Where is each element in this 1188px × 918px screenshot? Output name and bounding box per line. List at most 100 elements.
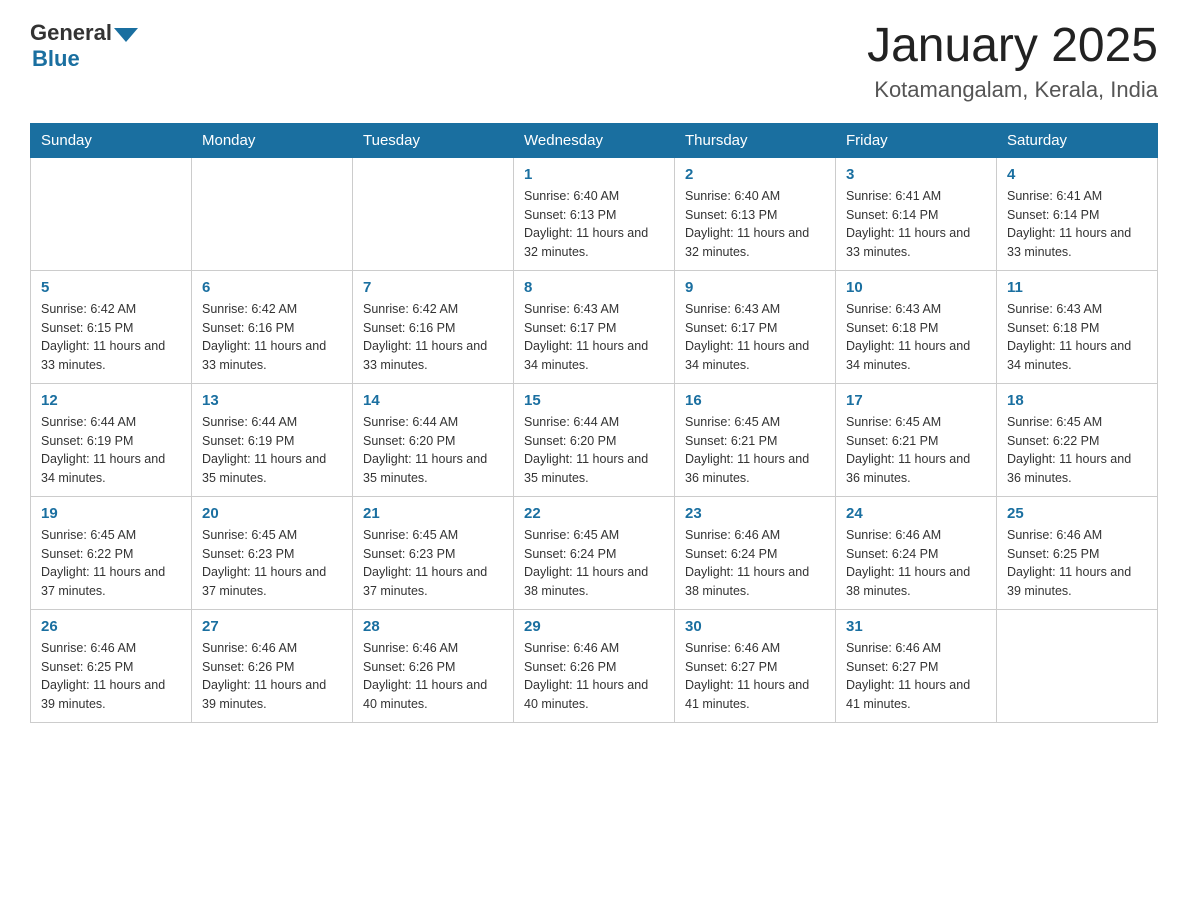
calendar-cell: 21 Sunrise: 6:45 AM Sunset: 6:23 PM Dayli… (353, 496, 514, 609)
day-number: 14 (363, 392, 503, 409)
calendar-cell: 29Sunrise: 6:46 AM Sunset: 6:26 PM Dayli… (514, 609, 675, 722)
calendar-cell: 13 Sunrise: 6:44 AM Sunset: 6:19 PM Dayli… (192, 383, 353, 496)
calendar-cell: 17Sunrise: 6:45 AM Sunset: 6:21 PM Dayli… (836, 383, 997, 496)
calendar-week-row: 1 Sunrise: 6:40 AM Sunset: 6:13 PM Daylig… (31, 157, 1158, 270)
calendar-cell: 27 Sunrise: 6:46 AM Sunset: 6:26 PM Dayli… (192, 609, 353, 722)
day-number: 24 (846, 505, 986, 522)
day-number: 4 (1007, 166, 1147, 183)
calendar-cell: 4 Sunrise: 6:41 AM Sunset: 6:14 PM Daylig… (997, 157, 1158, 270)
day-info: Sunrise: 6:45 AM Sunset: 6:22 PM Dayligh… (41, 526, 181, 601)
day-info: Sunrise: 6:44 AM Sunset: 6:20 PM Dayligh… (524, 413, 664, 488)
calendar-cell: 5 Sunrise: 6:42 AM Sunset: 6:15 PM Daylig… (31, 270, 192, 383)
day-number: 15 (524, 392, 664, 409)
calendar-cell: 1 Sunrise: 6:40 AM Sunset: 6:13 PM Daylig… (514, 157, 675, 270)
calendar-cell: 2Sunrise: 6:40 AM Sunset: 6:13 PM Daylig… (675, 157, 836, 270)
calendar-cell: 20Sunrise: 6:45 AM Sunset: 6:23 PM Dayli… (192, 496, 353, 609)
day-info: Sunrise: 6:41 AM Sunset: 6:14 PM Dayligh… (846, 187, 986, 262)
day-number: 9 (685, 279, 825, 296)
day-info: Sunrise: 6:45 AM Sunset: 6:24 PM Dayligh… (524, 526, 664, 601)
day-info: Sunrise: 6:46 AM Sunset: 6:26 PM Dayligh… (202, 639, 342, 714)
calendar-cell: 30 Sunrise: 6:46 AM Sunset: 6:27 PM Dayli… (675, 609, 836, 722)
calendar-cell (997, 609, 1158, 722)
day-info: Sunrise: 6:45 AM Sunset: 6:23 PM Dayligh… (363, 526, 503, 601)
day-info: Sunrise: 6:42 AM Sunset: 6:15 PM Dayligh… (41, 300, 181, 375)
calendar-cell: 28 Sunrise: 6:46 AM Sunset: 6:26 PM Dayli… (353, 609, 514, 722)
logo-blue-text: Blue (32, 46, 80, 72)
day-info: Sunrise: 6:46 AM Sunset: 6:25 PM Dayligh… (1007, 526, 1147, 601)
day-info: Sunrise: 6:45 AM Sunset: 6:22 PM Dayligh… (1007, 413, 1147, 488)
calendar-cell: 18 Sunrise: 6:45 AM Sunset: 6:22 PM Dayli… (997, 383, 1158, 496)
calendar-cell (192, 157, 353, 270)
day-of-week-header: Friday (836, 123, 997, 157)
calendar-cell (353, 157, 514, 270)
day-number: 16 (685, 392, 825, 409)
day-info: Sunrise: 6:43 AM Sunset: 6:18 PM Dayligh… (846, 300, 986, 375)
calendar-cell: 24 Sunrise: 6:46 AM Sunset: 6:24 PM Dayli… (836, 496, 997, 609)
calendar-cell: 7 Sunrise: 6:42 AM Sunset: 6:16 PM Daylig… (353, 270, 514, 383)
day-of-week-header: Sunday (31, 123, 192, 157)
day-number: 12 (41, 392, 181, 409)
day-number: 7 (363, 279, 503, 296)
day-number: 25 (1007, 505, 1147, 522)
calendar-cell: 9 Sunrise: 6:43 AM Sunset: 6:17 PM Daylig… (675, 270, 836, 383)
calendar-week-row: 19Sunrise: 6:45 AM Sunset: 6:22 PM Dayli… (31, 496, 1158, 609)
day-number: 5 (41, 279, 181, 296)
day-of-week-header: Saturday (997, 123, 1158, 157)
calendar-cell: 8Sunrise: 6:43 AM Sunset: 6:17 PM Daylig… (514, 270, 675, 383)
day-number: 31 (846, 618, 986, 635)
day-info: Sunrise: 6:45 AM Sunset: 6:21 PM Dayligh… (846, 413, 986, 488)
day-info: Sunrise: 6:42 AM Sunset: 6:16 PM Dayligh… (363, 300, 503, 375)
day-info: Sunrise: 6:41 AM Sunset: 6:14 PM Dayligh… (1007, 187, 1147, 262)
day-number: 27 (202, 618, 342, 635)
day-number: 26 (41, 618, 181, 635)
day-info: Sunrise: 6:42 AM Sunset: 6:16 PM Dayligh… (202, 300, 342, 375)
page-header: General Blue January 2025 Kotamangalam, … (30, 20, 1158, 103)
calendar-cell: 12 Sunrise: 6:44 AM Sunset: 6:19 PM Dayli… (31, 383, 192, 496)
day-info: Sunrise: 6:44 AM Sunset: 6:20 PM Dayligh… (363, 413, 503, 488)
day-number: 18 (1007, 392, 1147, 409)
day-number: 28 (363, 618, 503, 635)
day-info: Sunrise: 6:44 AM Sunset: 6:19 PM Dayligh… (202, 413, 342, 488)
day-of-week-header: Tuesday (353, 123, 514, 157)
day-number: 2 (685, 166, 825, 183)
day-info: Sunrise: 6:43 AM Sunset: 6:18 PM Dayligh… (1007, 300, 1147, 375)
day-number: 13 (202, 392, 342, 409)
calendar-cell: 16Sunrise: 6:45 AM Sunset: 6:21 PM Dayli… (675, 383, 836, 496)
day-info: Sunrise: 6:46 AM Sunset: 6:27 PM Dayligh… (685, 639, 825, 714)
calendar-cell: 3 Sunrise: 6:41 AM Sunset: 6:14 PM Daylig… (836, 157, 997, 270)
day-of-week-header: Wednesday (514, 123, 675, 157)
day-number: 30 (685, 618, 825, 635)
calendar-cell: 31 Sunrise: 6:46 AM Sunset: 6:27 PM Dayli… (836, 609, 997, 722)
day-number: 10 (846, 279, 986, 296)
calendar-cell: 23Sunrise: 6:46 AM Sunset: 6:24 PM Dayli… (675, 496, 836, 609)
day-info: Sunrise: 6:45 AM Sunset: 6:23 PM Dayligh… (202, 526, 342, 601)
calendar-header-row: SundayMondayTuesdayWednesdayThursdayFrid… (31, 123, 1158, 157)
day-info: Sunrise: 6:46 AM Sunset: 6:24 PM Dayligh… (846, 526, 986, 601)
day-info: Sunrise: 6:43 AM Sunset: 6:17 PM Dayligh… (685, 300, 825, 375)
calendar-cell: 14 Sunrise: 6:44 AM Sunset: 6:20 PM Dayli… (353, 383, 514, 496)
calendar-cell: 15 Sunrise: 6:44 AM Sunset: 6:20 PM Dayli… (514, 383, 675, 496)
day-info: Sunrise: 6:46 AM Sunset: 6:26 PM Dayligh… (524, 639, 664, 714)
day-info: Sunrise: 6:44 AM Sunset: 6:19 PM Dayligh… (41, 413, 181, 488)
day-of-week-header: Thursday (675, 123, 836, 157)
logo-arrow-icon (114, 28, 138, 42)
day-number: 1 (524, 166, 664, 183)
calendar-cell: 19Sunrise: 6:45 AM Sunset: 6:22 PM Dayli… (31, 496, 192, 609)
day-info: Sunrise: 6:40 AM Sunset: 6:13 PM Dayligh… (524, 187, 664, 262)
calendar-cell: 10 Sunrise: 6:43 AM Sunset: 6:18 PM Dayli… (836, 270, 997, 383)
day-info: Sunrise: 6:46 AM Sunset: 6:26 PM Dayligh… (363, 639, 503, 714)
location-title: Kotamangalam, Kerala, India (867, 77, 1158, 103)
calendar-cell: 6Sunrise: 6:42 AM Sunset: 6:16 PM Daylig… (192, 270, 353, 383)
day-number: 21 (363, 505, 503, 522)
day-info: Sunrise: 6:46 AM Sunset: 6:27 PM Dayligh… (846, 639, 986, 714)
month-title: January 2025 (867, 20, 1158, 73)
calendar-table: SundayMondayTuesdayWednesdayThursdayFrid… (30, 123, 1158, 723)
day-number: 3 (846, 166, 986, 183)
calendar-week-row: 5 Sunrise: 6:42 AM Sunset: 6:15 PM Daylig… (31, 270, 1158, 383)
day-number: 22 (524, 505, 664, 522)
logo: General Blue (30, 20, 138, 72)
day-info: Sunrise: 6:43 AM Sunset: 6:17 PM Dayligh… (524, 300, 664, 375)
calendar-cell: 25 Sunrise: 6:46 AM Sunset: 6:25 PM Dayli… (997, 496, 1158, 609)
day-number: 23 (685, 505, 825, 522)
calendar-cell: 11Sunrise: 6:43 AM Sunset: 6:18 PM Dayli… (997, 270, 1158, 383)
